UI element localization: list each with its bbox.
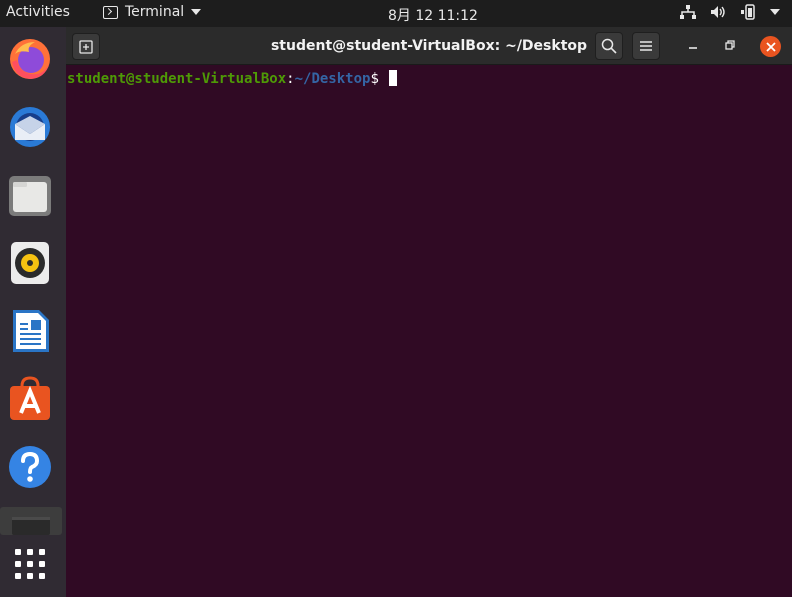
dock-item-help[interactable]: [7, 444, 53, 490]
minimize-icon: [689, 47, 697, 49]
search-button[interactable]: [595, 32, 623, 60]
activities-button[interactable]: Activities: [6, 4, 70, 20]
close-icon: [765, 41, 776, 52]
restore-icon: [725, 40, 735, 50]
chevron-down-icon: [191, 9, 202, 15]
window-headerbar[interactable]: student@student-VirtualBox: ~/Desktop: [66, 27, 792, 65]
clock[interactable]: 8月 12 11:12: [388, 5, 478, 25]
close-button[interactable]: [760, 36, 781, 57]
dock-item-files[interactable]: [7, 172, 53, 218]
terminal-app-icon: [12, 517, 50, 535]
dock-item-ubuntu-software[interactable]: [7, 376, 53, 422]
volume-icon[interactable]: [710, 5, 726, 19]
dock-item-libreoffice-writer[interactable]: [7, 308, 53, 354]
app-menu-terminal[interactable]: Terminal: [103, 4, 202, 20]
show-applications-button[interactable]: [13, 547, 47, 581]
libreoffice-writer-icon: [13, 310, 49, 352]
maximize-button[interactable]: [722, 37, 738, 53]
hamburger-icon: [640, 41, 652, 51]
prompt-colon: :: [286, 71, 295, 87]
apps-grid-icon: [15, 549, 45, 579]
help-icon: [9, 446, 51, 488]
files-icon: [9, 176, 51, 216]
prompt-path: ~/Desktop: [294, 71, 371, 87]
top-bar: Activities Terminal 8月 12 11:12: [0, 0, 792, 27]
thunderbird-icon: [10, 107, 50, 147]
network-icon[interactable]: [680, 5, 696, 19]
dock-item-rhythmbox[interactable]: [7, 240, 53, 286]
dock-item-thunderbird[interactable]: [7, 104, 53, 150]
window-title: student@student-VirtualBox: ~/Desktop: [270, 38, 588, 54]
terminal-icon: [103, 5, 118, 19]
system-menu-chevron-down-icon[interactable]: [770, 8, 780, 16]
battery-icon[interactable]: [740, 4, 756, 20]
ubuntu-software-icon: [10, 376, 50, 420]
prompt-user-host: student@student-VirtualBox: [67, 71, 287, 87]
minimize-button[interactable]: [685, 37, 701, 53]
firefox-icon: [10, 39, 50, 79]
dock-item-terminal[interactable]: [0, 507, 62, 535]
search-icon: [601, 38, 617, 54]
terminal-window: student@student-VirtualBox: ~/Desktop st…: [66, 27, 792, 597]
app-menu-label: Terminal: [125, 4, 185, 20]
text-cursor: [388, 70, 397, 86]
hamburger-menu-button[interactable]: [632, 32, 660, 60]
prompt-dollar: $: [370, 71, 379, 87]
rhythmbox-icon: [11, 242, 49, 284]
dock: [0, 27, 66, 597]
dock-item-firefox[interactable]: [7, 36, 53, 82]
terminal-content[interactable]: student@student-VirtualBox:~/Desktop$: [66, 66, 792, 597]
system-tray[interactable]: [680, 4, 780, 20]
